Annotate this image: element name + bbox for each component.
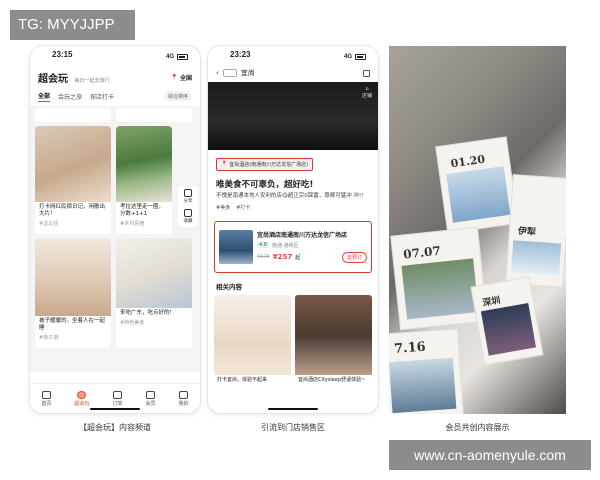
postcard: 深圳	[470, 276, 544, 366]
member-postcards-photo: 01.20 伊犁 07.07 深圳 7.16	[389, 46, 566, 414]
postcard: 伊犁	[505, 174, 566, 288]
rating-badge: 4.8	[257, 242, 269, 249]
favorite-button[interactable]: 收藏	[184, 209, 193, 224]
battery-icon	[355, 54, 366, 60]
related-grid: 打卡宜尚，体验不起来 宜尚酒店Citysleep舒适体验~	[208, 293, 378, 409]
tab-store-checkin[interactable]: 探店打卡	[90, 92, 114, 101]
network-label: 4G	[343, 54, 352, 60]
profile-icon	[178, 390, 188, 399]
hashtag[interactable]: #打卡	[236, 204, 250, 211]
card-image	[116, 238, 192, 308]
battery-icon	[177, 54, 188, 60]
share-button[interactable]: 分享	[184, 189, 193, 204]
sale-price: ¥257	[272, 253, 293, 262]
nav-profile[interactable]: 我的	[178, 390, 189, 407]
member-icon	[145, 390, 155, 399]
store-home-button[interactable]: ⌂ 店铺	[362, 86, 372, 99]
page-title: 超会玩	[38, 74, 68, 85]
hashtag[interactable]: #美食	[216, 204, 230, 211]
nav-home[interactable]: 首页	[41, 390, 52, 407]
postcard: 01.20	[435, 136, 519, 234]
nav-title: 宜尚	[240, 69, 255, 77]
share-icon	[184, 189, 192, 197]
feed-card[interactable]: 被子暖暖的，坐着人在一起睡 #亲子游	[35, 238, 111, 348]
share-icon[interactable]	[363, 69, 370, 77]
location-pin-icon: 📍	[170, 74, 178, 81]
page-header: 超会玩 每日一起去旅行 📍 全国	[30, 64, 200, 87]
caption-member-content: 会员共创内容展示	[445, 423, 510, 432]
postcard: 7.16	[389, 328, 465, 414]
network-label: 4G	[165, 54, 174, 60]
card-image	[35, 126, 111, 202]
original-price: ¥378	[257, 254, 270, 261]
hashtags: #美食 #打卡	[208, 200, 378, 215]
tab-trips[interactable]: 会玩之旅	[58, 92, 82, 101]
phone-store-traffic: 23:23 4G ‹ 宜尚 ⌂ 店铺 📍 宜尚酒店(南通南川万达龙信广场店) 唯…	[208, 46, 378, 413]
price-suffix: 起	[295, 254, 301, 261]
feed-card[interactable]: 考拉这里走一圈，分数+1+1 #乡村民宿	[116, 126, 172, 234]
tab-all[interactable]: 全部	[38, 91, 51, 102]
related-card[interactable]: 打卡宜尚，体验不起来	[214, 295, 291, 408]
post-headline: 唯美食不可辜负，超好吃!	[216, 179, 314, 190]
back-icon[interactable]: ‹	[216, 69, 219, 77]
related-card[interactable]: 宜尚酒店Citysleep舒适体验~	[295, 295, 372, 408]
home-indicator	[90, 408, 140, 410]
store-district: 南通·港闸区	[271, 242, 299, 249]
home-indicator	[268, 408, 318, 410]
status-time: 23:23	[230, 50, 251, 59]
location-pin-icon: 📍	[221, 161, 228, 167]
tg-tag: TG: MYYJJPP	[10, 10, 135, 40]
post-nav-bar: ‹ 宜尚	[208, 64, 378, 82]
nav-member[interactable]: 会员	[145, 390, 156, 407]
related-image	[295, 295, 372, 376]
phone-content-channel: 23:15 4G 超会玩 每日一起去旅行 📍 全国 全部 会玩之旅 探店打卡 综…	[30, 46, 200, 413]
play-icon	[77, 390, 87, 399]
feed-card-top[interactable]	[35, 108, 111, 122]
related-image	[214, 295, 291, 376]
home-icon	[41, 390, 51, 399]
post-video[interactable]: ⌂ 店铺	[208, 82, 378, 150]
location-selector[interactable]: 📍 全国	[171, 73, 193, 82]
caption-store-traffic: 引流到门店销售区	[261, 423, 325, 432]
store-card[interactable]: 宜尚酒店南通南川万达龙信广场店 4.8 南通·港闸区 ¥378 ¥257 起 去…	[214, 221, 372, 274]
nav-orders[interactable]: 订单	[112, 390, 123, 407]
related-title: 相关内容	[216, 283, 242, 292]
tab-bar: 全部 会玩之旅 探店打卡 综合排序	[30, 87, 200, 106]
store-name: 宜尚酒店南通南川万达龙信广场店	[257, 231, 348, 239]
star-icon	[184, 209, 192, 217]
feed-card-top-right[interactable]	[116, 108, 192, 122]
sort-dropdown[interactable]: 综合排序	[163, 92, 192, 101]
side-actions: 分享 收藏	[178, 186, 198, 227]
site-watermark: www.cn-aomenyule.com	[389, 440, 591, 470]
post-body: 不愧是南通本地人安利的店😋超正宗0踩雷，尊卿可猛冲 冲!!	[216, 192, 364, 199]
status-bar: 23:15 4G	[30, 46, 200, 64]
feed-card[interactable]: 打卡网红民宿日记，闲散出大片！ #这么住	[35, 126, 111, 234]
card-image	[116, 126, 172, 202]
order-icon	[112, 390, 122, 399]
page-subtitle: 每日一起去旅行	[74, 78, 110, 84]
card-image	[35, 238, 111, 316]
book-button[interactable]: 去预订	[341, 251, 367, 263]
caption-content-channel: 【超会玩】内容频道	[79, 423, 151, 432]
location-tag[interactable]: 📍 宜尚酒店(南通南川万达龙信广场店)	[216, 157, 314, 171]
status-time: 23:15	[52, 50, 73, 59]
postcard: 07.07	[390, 226, 488, 331]
brand-logo	[222, 69, 237, 77]
nav-play[interactable]: 超会玩	[74, 390, 90, 407]
status-bar: 23:23 4G	[208, 46, 378, 64]
feed-card[interactable]: 来吃广东，吃点好的! #特色美食	[116, 238, 192, 348]
content-feed: 打卡网红民宿日记，闲散出大片！ #这么住 考拉这里走一圈，分数+1+1 #乡村民…	[30, 106, 200, 372]
store-image	[219, 230, 253, 265]
